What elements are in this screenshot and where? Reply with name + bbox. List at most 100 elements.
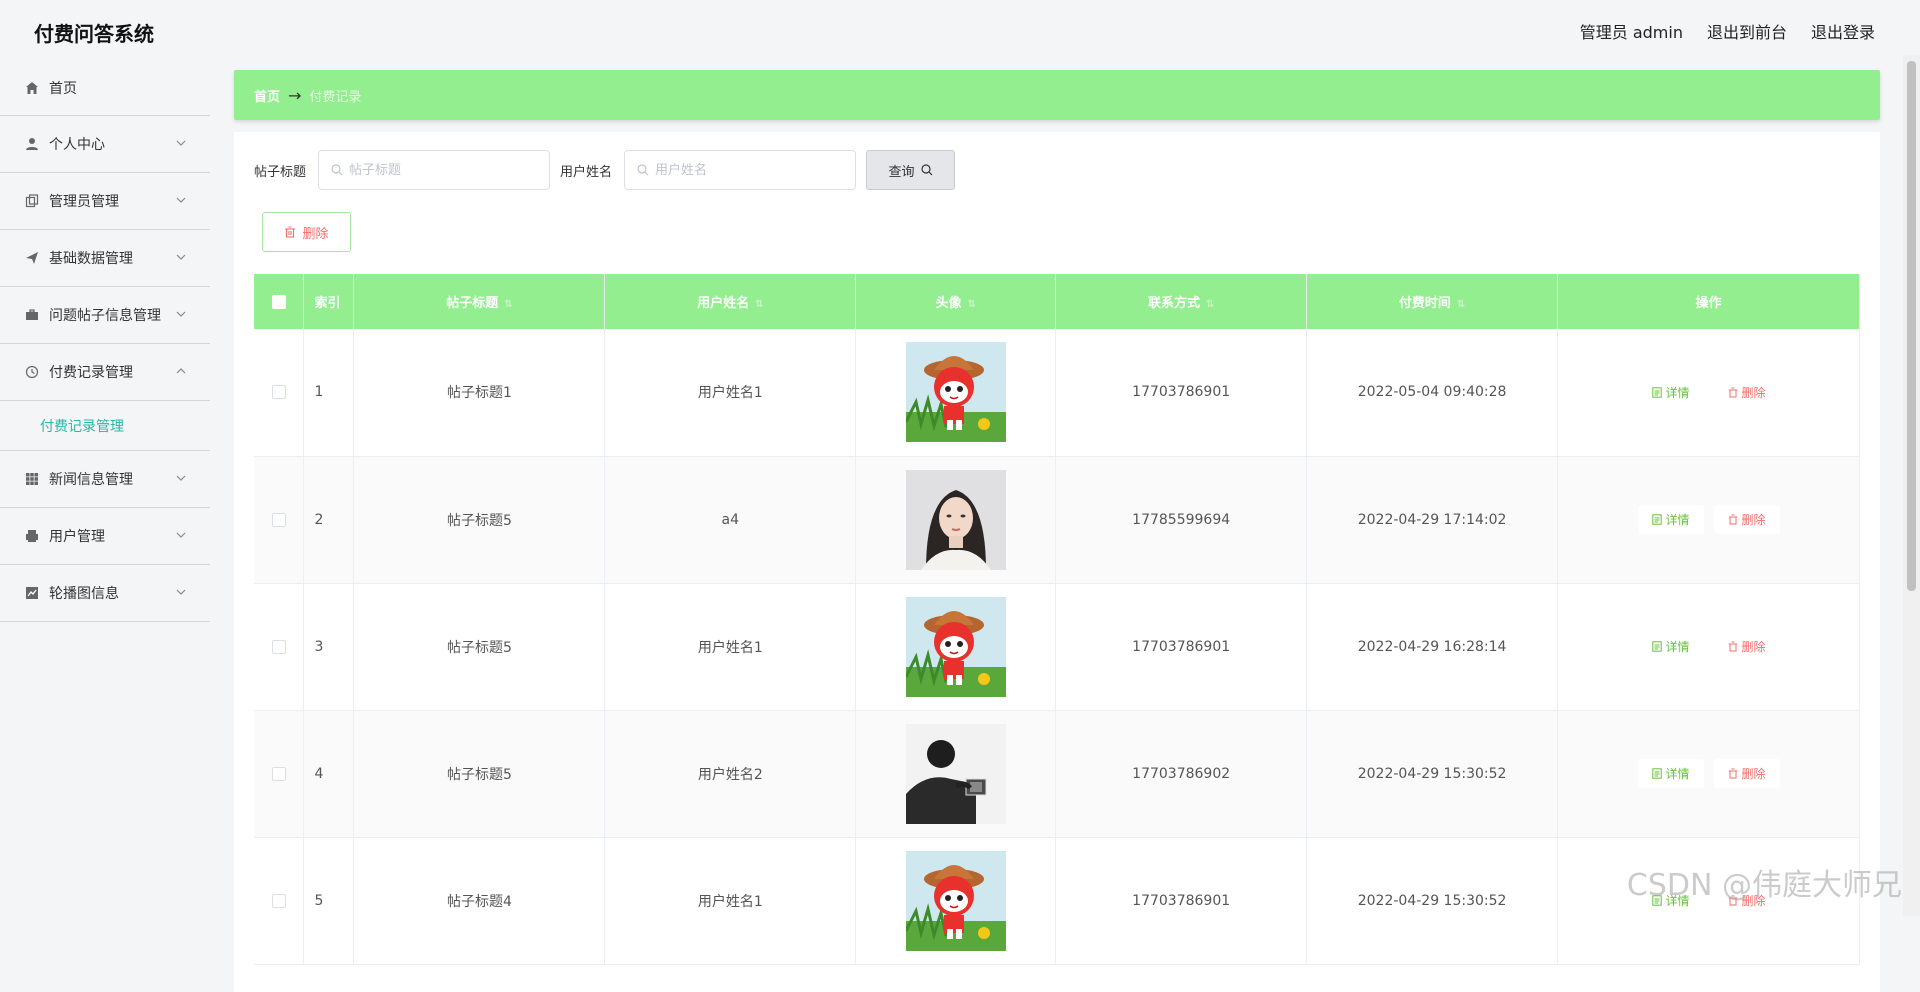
sidebar-item-users[interactable]: 用户管理 xyxy=(0,508,210,565)
query-button-label: 查询 xyxy=(889,161,915,180)
select-all-checkbox[interactable] xyxy=(272,295,286,309)
top-bar: 付费问答系统 管理员 admin 退出到前台 退出登录 xyxy=(0,0,1920,60)
row-checkbox[interactable] xyxy=(272,640,286,654)
sort-icon[interactable]: ⇅ xyxy=(504,299,512,310)
time-cell: 2022-04-29 15:30:52 xyxy=(1307,710,1558,837)
delete-button[interactable]: 删除 xyxy=(1714,505,1780,534)
row-checkbox[interactable] xyxy=(272,767,286,781)
sidebar-item-home[interactable]: 首页 xyxy=(0,60,210,116)
table-row: 1帖子标题1用户姓名1177037869012022-05-04 09:40:2… xyxy=(254,329,1860,456)
logout-link[interactable]: 退出登录 xyxy=(1811,19,1875,43)
sort-icon[interactable]: ⇅ xyxy=(968,299,976,310)
batch-delete-button[interactable]: 删除 xyxy=(262,212,351,252)
avatar xyxy=(856,724,1055,824)
trash-icon xyxy=(1728,387,1738,398)
phone-cell: 17703786902 xyxy=(1056,710,1307,837)
sidebar-item-label: 问题帖子信息管理 xyxy=(49,305,161,325)
search-icon xyxy=(637,164,649,176)
column-header-index: 索引 xyxy=(304,274,354,329)
column-header-phone[interactable]: 联系方式⇅ xyxy=(1056,274,1307,329)
row-select-cell[interactable] xyxy=(254,710,304,837)
row-checkbox[interactable] xyxy=(272,894,286,908)
sort-icon[interactable]: ⇅ xyxy=(1206,299,1214,310)
row-select-cell[interactable] xyxy=(254,329,304,456)
detail-button[interactable]: 详情 xyxy=(1638,632,1704,661)
title-cell: 帖子标题5 xyxy=(354,710,605,837)
sort-icon[interactable]: ⇅ xyxy=(1457,299,1465,310)
column-header-label: 头像 xyxy=(936,296,962,311)
title-search-label: 帖子标题 xyxy=(254,161,306,180)
detail-label: 详情 xyxy=(1666,638,1690,655)
trash-icon xyxy=(1728,514,1738,525)
sidebar-item-label: 轮播图信息 xyxy=(49,583,119,603)
delete-button[interactable]: 删除 xyxy=(1714,632,1780,661)
column-header-user[interactable]: 用户姓名⇅ xyxy=(605,274,856,329)
delete-label: 删除 xyxy=(1742,765,1766,782)
delete-label: 删除 xyxy=(1742,384,1766,401)
breadcrumb-home[interactable]: 首页 xyxy=(254,86,280,105)
title-search-input[interactable] xyxy=(349,163,539,178)
column-header-actions: 操作 xyxy=(1558,274,1860,329)
row-select-cell[interactable] xyxy=(254,456,304,583)
detail-button[interactable]: 详情 xyxy=(1638,378,1704,407)
delete-label: 删除 xyxy=(1742,511,1766,528)
page-scrollbar[interactable] xyxy=(1903,55,1920,916)
document-icon xyxy=(1652,387,1662,398)
chevron-down-icon xyxy=(174,136,188,150)
home-icon xyxy=(24,80,40,96)
breadcrumb: 首页 → 付费记录 xyxy=(234,70,1880,120)
row-select-cell[interactable] xyxy=(254,837,304,964)
row-checkbox[interactable] xyxy=(272,385,286,399)
title-search-field[interactable] xyxy=(318,150,550,190)
detail-label: 详情 xyxy=(1666,511,1690,528)
table-header-row: 索引 帖子标题 ⇅ 用户姓名⇅ 头像 ⇅ 联系方式⇅ 付费时间 ⇅ 操作 xyxy=(254,274,1860,329)
sidebar-item-news[interactable]: 新闻信息管理 xyxy=(0,451,210,508)
admin-user-label: 管理员 admin xyxy=(1580,19,1683,43)
sort-icon[interactable]: ⇅ xyxy=(755,299,763,310)
actions-cell: 详情 删除 xyxy=(1558,583,1860,710)
phone-cell: 17703786901 xyxy=(1056,329,1307,456)
back-to-frontend-link[interactable]: 退出到前台 xyxy=(1707,19,1787,43)
user-search-field[interactable] xyxy=(624,150,856,190)
sidebar-item-posts[interactable]: 问题帖子信息管理 xyxy=(0,287,210,344)
sidebar-subitem-payment-records[interactable]: 付费记录管理 xyxy=(0,401,210,451)
user-cell: a4 xyxy=(605,456,856,583)
sidebar-item-carousel[interactable]: 轮播图信息 xyxy=(0,565,210,622)
briefcase-icon xyxy=(24,307,40,323)
delete-button[interactable]: 删除 xyxy=(1714,378,1780,407)
top-links: 管理员 admin 退出到前台 退出登录 xyxy=(1580,19,1875,43)
scrollbar-thumb[interactable] xyxy=(1907,61,1916,591)
detail-button[interactable]: 详情 xyxy=(1638,759,1704,788)
column-header-avatar[interactable]: 头像 ⇅ xyxy=(856,274,1056,329)
avatar xyxy=(856,851,1055,951)
actions-cell: 详情 删除 xyxy=(1558,710,1860,837)
user-cell: 用户姓名1 xyxy=(605,329,856,456)
table-row: 3帖子标题5用户姓名1177037869012022-04-29 16:28:1… xyxy=(254,583,1860,710)
column-header-title[interactable]: 帖子标题 ⇅ xyxy=(354,274,605,329)
column-header-time[interactable]: 付费时间 ⇅ xyxy=(1307,274,1558,329)
table-row: 2帖子标题5a4177855996942022-04-29 17:14:02详情… xyxy=(254,456,1860,583)
avatar-cell xyxy=(856,710,1056,837)
delete-button[interactable]: 删除 xyxy=(1714,759,1780,788)
query-button[interactable]: 查询 xyxy=(866,150,955,190)
breadcrumb-current: 付费记录 xyxy=(309,86,361,105)
printer-icon xyxy=(24,528,40,544)
sidebar-item-admins[interactable]: 管理员管理 xyxy=(0,173,210,230)
user-search-input[interactable] xyxy=(655,163,845,178)
search-bar: 帖子标题 用户姓名 查询 xyxy=(254,150,955,190)
row-select-cell[interactable] xyxy=(254,583,304,710)
column-header-label: 帖子标题 xyxy=(446,296,498,311)
row-checkbox[interactable] xyxy=(272,513,286,527)
table-row: 5帖子标题4用户姓名1177037869012022-04-29 15:30:5… xyxy=(254,837,1860,964)
column-header-label: 付费时间 xyxy=(1399,296,1451,311)
sidebar-item-payments[interactable]: 付费记录管理 xyxy=(0,344,210,401)
user-cell: 用户姓名1 xyxy=(605,583,856,710)
sidebar-item-basic-data[interactable]: 基础数据管理 xyxy=(0,230,210,287)
select-all-header[interactable] xyxy=(254,274,304,329)
sidebar-item-profile[interactable]: 个人中心 xyxy=(0,116,210,173)
delete-label: 删除 xyxy=(1742,638,1766,655)
avatar xyxy=(856,597,1055,697)
trash-icon xyxy=(1728,768,1738,779)
sidebar-item-label: 个人中心 xyxy=(49,134,105,154)
detail-button[interactable]: 详情 xyxy=(1638,505,1704,534)
